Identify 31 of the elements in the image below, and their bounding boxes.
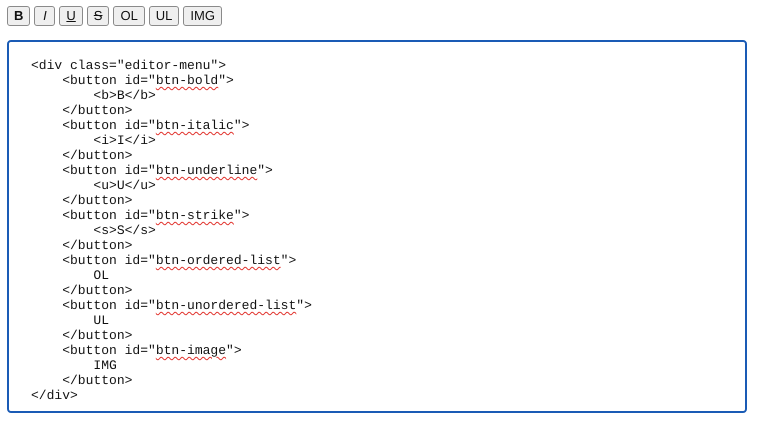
format-button[interactable]: B bbox=[7, 6, 30, 26]
format-button[interactable]: I bbox=[34, 6, 56, 26]
format-button[interactable]: IMG bbox=[183, 6, 222, 26]
code-editor[interactable] bbox=[7, 40, 747, 413]
code-line: <div class="editor-menu"> bbox=[31, 58, 226, 73]
code-line: </button> bbox=[61, 328, 132, 343]
code-line: </button> bbox=[61, 103, 132, 118]
code-line: </div> bbox=[31, 388, 78, 403]
format-button[interactable]: U bbox=[59, 6, 83, 26]
code-line: <u>U</u> bbox=[92, 178, 156, 193]
code-line: <i>I</i> bbox=[92, 133, 156, 148]
code-line: </button> bbox=[61, 373, 132, 388]
code-line: <button id="btn-italic"> bbox=[61, 118, 250, 133]
code-line: <button id="btn-strike"> bbox=[61, 208, 250, 223]
format-button[interactable]: UL bbox=[148, 6, 180, 26]
code-line: <button id="btn-image"> bbox=[61, 343, 242, 358]
code-line: <button id="btn-bold"> bbox=[61, 73, 234, 88]
code-line: OL bbox=[92, 268, 110, 283]
code-line: </button> bbox=[61, 193, 132, 208]
code-line: UL bbox=[92, 313, 110, 328]
code-line: <button id="btn-ordered-list"> bbox=[61, 253, 296, 268]
code-line: </button> bbox=[61, 148, 132, 163]
code-line: <button id="btn-underline"> bbox=[61, 163, 273, 178]
code-line: <b>B</b> bbox=[92, 88, 156, 103]
code-line: <button id="btn-unordered-list"> bbox=[61, 298, 312, 313]
format-button[interactable]: S bbox=[86, 6, 110, 26]
code-line: </button> bbox=[61, 238, 132, 253]
code-line: <s>S</s> bbox=[92, 223, 156, 238]
code-line: IMG bbox=[92, 358, 117, 373]
code-line: </button> bbox=[61, 283, 132, 298]
format-button[interactable]: OL bbox=[113, 6, 145, 26]
